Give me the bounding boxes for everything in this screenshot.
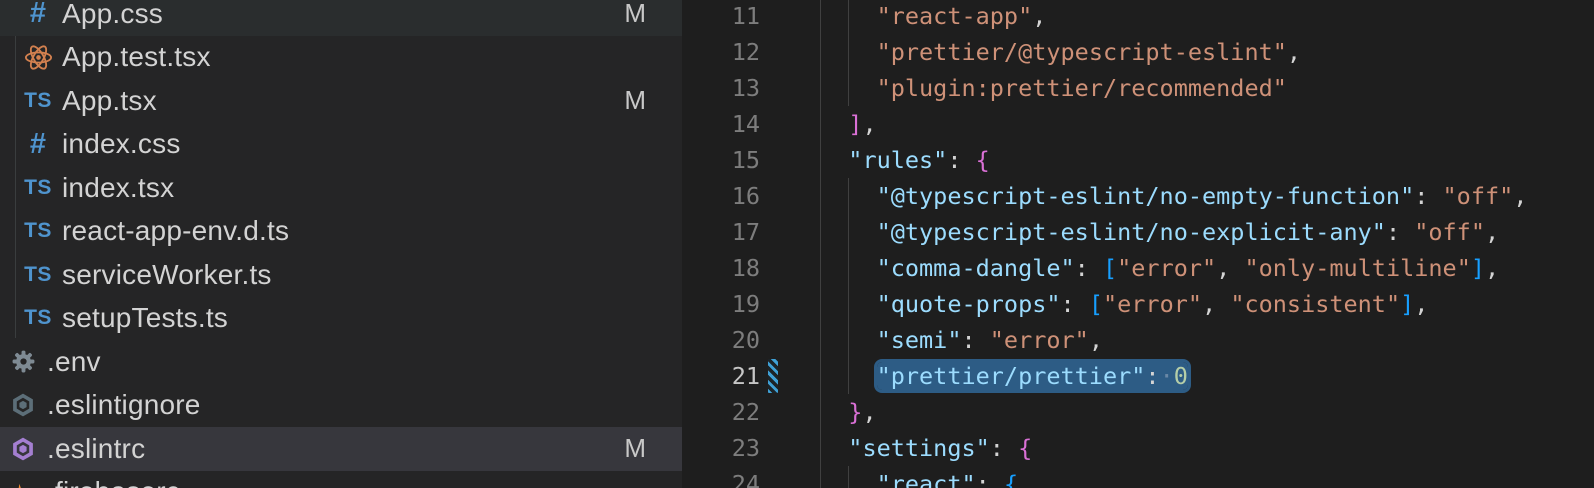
line-number: 18 — [682, 250, 760, 286]
code-text: "@typescript-eslint/no-explicit-any": "o… — [820, 214, 1499, 250]
code-lines: 11 "react-app",12 "prettier/@typescript-… — [682, 0, 1594, 488]
file-list: # App.css M App.test.tsx TS App.tsx M # index.cs… — [0, 0, 682, 488]
file-name: App.css — [62, 0, 163, 30]
code-line-19[interactable]: 19 "quote-props": ["error", "consistent"… — [682, 286, 1594, 322]
line-number: 19 — [682, 286, 760, 322]
code-text: "rules": { — [820, 142, 990, 178]
line-number: 13 — [682, 70, 760, 106]
code-line-16[interactable]: 16 "@typescript-eslint/no-empty-function… — [682, 178, 1594, 214]
file-row[interactable]: # index.css — [0, 123, 682, 167]
code-text: "semi": "error", — [820, 322, 1103, 358]
file-name: App.test.tsx — [62, 41, 211, 73]
file-row[interactable]: TS serviceWorker.ts — [0, 253, 682, 297]
code-text: "react-app", — [820, 0, 1046, 34]
modified-badge: M — [624, 85, 646, 116]
file-row[interactable]: # App.css M — [0, 0, 682, 36]
code-text: "quote-props": ["error", "consistent"], — [820, 286, 1428, 322]
code-text: "prettier/prettier":·0 — [820, 358, 1188, 394]
file-row[interactable]: .firebaserc — [0, 471, 682, 488]
code-line-21[interactable]: 21 "prettier/prettier":·0 — [682, 358, 1594, 394]
code-line-18[interactable]: 18 "comma-dangle": ["error", "only-multi… — [682, 250, 1594, 286]
file-name: App.tsx — [62, 85, 157, 117]
line-number: 20 — [682, 322, 760, 358]
file-name: .eslintrc — [47, 433, 145, 465]
file-name: .eslintignore — [47, 389, 201, 421]
code-line-15[interactable]: 15 "rules": { — [682, 142, 1594, 178]
code-line-22[interactable]: 22 }, — [682, 394, 1594, 430]
ts-icon: TS — [24, 219, 52, 243]
code-text: ], — [820, 106, 877, 142]
code-line-20[interactable]: 20 "semi": "error", — [682, 322, 1594, 358]
code-line-13[interactable]: 13 "plugin:prettier/recommended" — [682, 70, 1594, 106]
modified-badge: M — [624, 0, 646, 29]
line-number: 24 — [682, 466, 760, 488]
code-line-12[interactable]: 12 "prettier/@typescript-eslint", — [682, 34, 1594, 70]
code-text: "comma-dangle": ["error", "only-multilin… — [820, 250, 1499, 286]
ts-icon: TS — [24, 263, 52, 287]
eslint-icon — [9, 391, 37, 419]
css-icon: # — [30, 0, 46, 30]
file-row[interactable]: TS setupTests.ts — [0, 297, 682, 341]
explorer-sidebar: # App.css M App.test.tsx TS App.tsx M # index.cs… — [0, 0, 682, 488]
line-number: 14 — [682, 106, 760, 142]
gutter-modified-indicator — [768, 359, 778, 393]
firebase-icon — [10, 479, 36, 488]
code-line-17[interactable]: 17 "@typescript-eslint/no-explicit-any":… — [682, 214, 1594, 250]
line-number: 23 — [682, 430, 760, 466]
code-text: "plugin:prettier/recommended" — [820, 70, 1287, 106]
line-number: 17 — [682, 214, 760, 250]
modified-badge: M — [624, 433, 646, 464]
code-text: "react": { — [820, 466, 1018, 488]
eslint-icon — [9, 435, 37, 463]
file-name: setupTests.ts — [62, 302, 228, 334]
code-line-24[interactable]: 24 "react": { — [682, 466, 1594, 488]
file-name: index.tsx — [62, 172, 174, 204]
file-name: .env — [47, 346, 101, 378]
code-line-11[interactable]: 11 "react-app", — [682, 0, 1594, 34]
file-name: react-app-env.d.ts — [62, 215, 289, 247]
file-row[interactable]: .eslintrc M — [0, 427, 682, 471]
line-number: 22 — [682, 394, 760, 430]
gear-icon — [11, 349, 36, 374]
file-row[interactable]: .env — [0, 340, 682, 384]
ts-icon: TS — [24, 306, 52, 330]
code-text: "prettier/@typescript-eslint", — [820, 34, 1301, 70]
line-number: 11 — [682, 0, 760, 34]
line-number: 15 — [682, 142, 760, 178]
code-text: }, — [820, 394, 877, 430]
file-row[interactable]: .eslintignore — [0, 384, 682, 428]
react-icon — [23, 42, 54, 73]
vscode-window: # App.css M App.test.tsx TS App.tsx M # index.cs… — [0, 0, 1594, 488]
code-editor[interactable]: 11 "react-app",12 "prettier/@typescript-… — [682, 0, 1594, 488]
line-number: 16 — [682, 178, 760, 214]
file-name: serviceWorker.ts — [62, 259, 272, 291]
line-number: 21 — [682, 358, 760, 394]
file-row[interactable]: TS index.tsx — [0, 166, 682, 210]
ts-icon: TS — [24, 176, 52, 200]
file-name: .firebaserc — [47, 476, 180, 488]
ts-icon: TS — [24, 89, 52, 113]
file-row[interactable]: TS react-app-env.d.ts — [0, 210, 682, 254]
file-row[interactable]: TS App.tsx M — [0, 79, 682, 123]
line-number: 12 — [682, 34, 760, 70]
code-line-14[interactable]: 14 ], — [682, 106, 1594, 142]
code-line-23[interactable]: 23 "settings": { — [682, 430, 1594, 466]
code-text: "@typescript-eslint/no-empty-function": … — [820, 178, 1527, 214]
file-row[interactable]: App.test.tsx — [0, 36, 682, 80]
code-text: "settings": { — [820, 430, 1032, 466]
selection-highlight: "prettier/prettier":·0 — [877, 362, 1188, 390]
css-icon: # — [30, 128, 46, 161]
file-name: index.css — [62, 128, 181, 160]
